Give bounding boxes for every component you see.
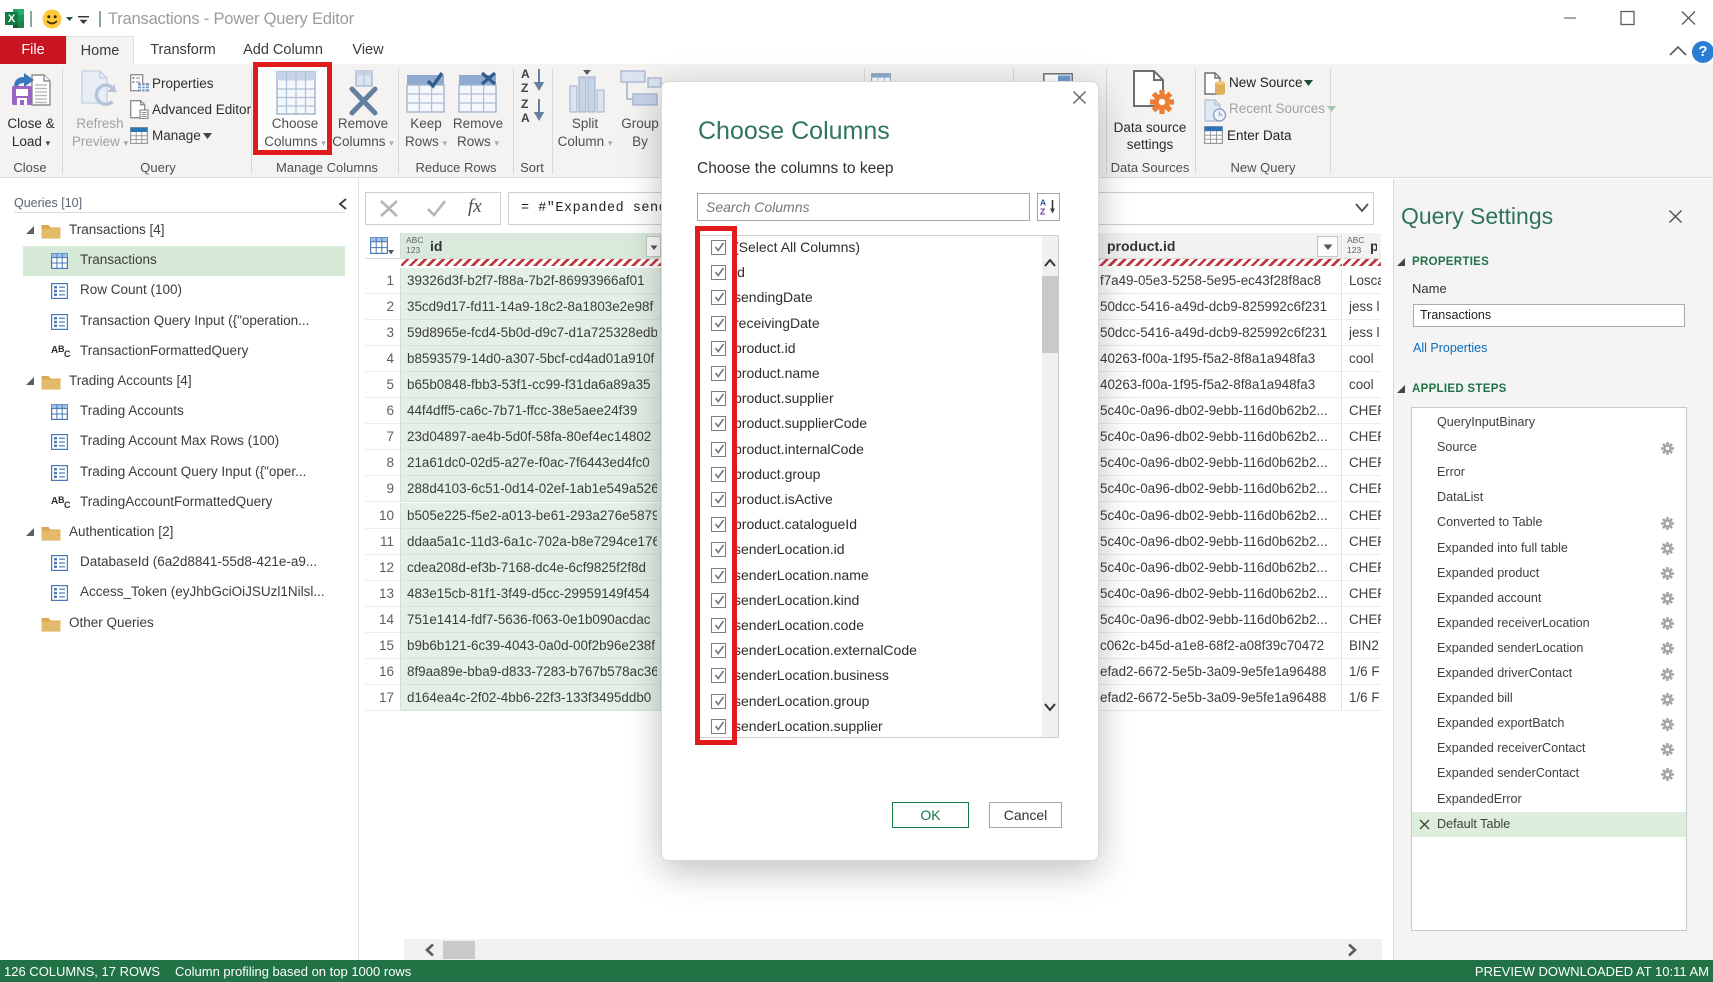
svg-text:Z: Z (521, 97, 528, 111)
svg-text:X: X (8, 13, 16, 25)
svg-text:Z: Z (521, 81, 528, 95)
svg-text:A: A (521, 111, 530, 125)
svg-text:Z: Z (1040, 207, 1045, 217)
svg-text:A: A (521, 67, 530, 81)
